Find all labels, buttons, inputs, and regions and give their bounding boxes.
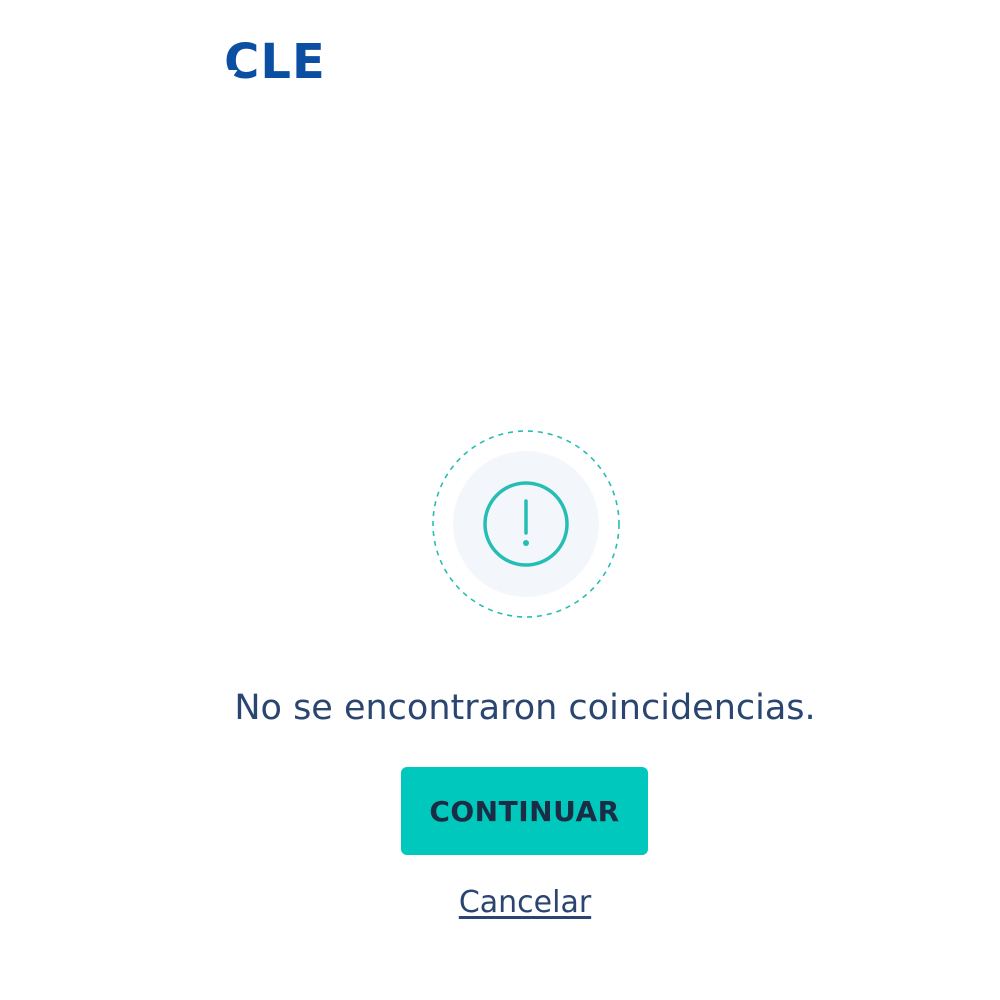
- no-results-message: No se encontraron coincidencias.: [234, 688, 816, 728]
- cancel-link[interactable]: Cancelar: [0, 885, 1000, 920]
- alert-circle-icon: [432, 430, 620, 618]
- alert-illustration: [431, 429, 621, 619]
- continue-button[interactable]: CONTINUAR: [401, 767, 648, 855]
- brand-logo: ACLE: [220, 38, 360, 90]
- brand-logo-text: ACLE: [220, 38, 326, 90]
- page: ACLE No se encontraron coincidencias. CO…: [0, 0, 1000, 1000]
